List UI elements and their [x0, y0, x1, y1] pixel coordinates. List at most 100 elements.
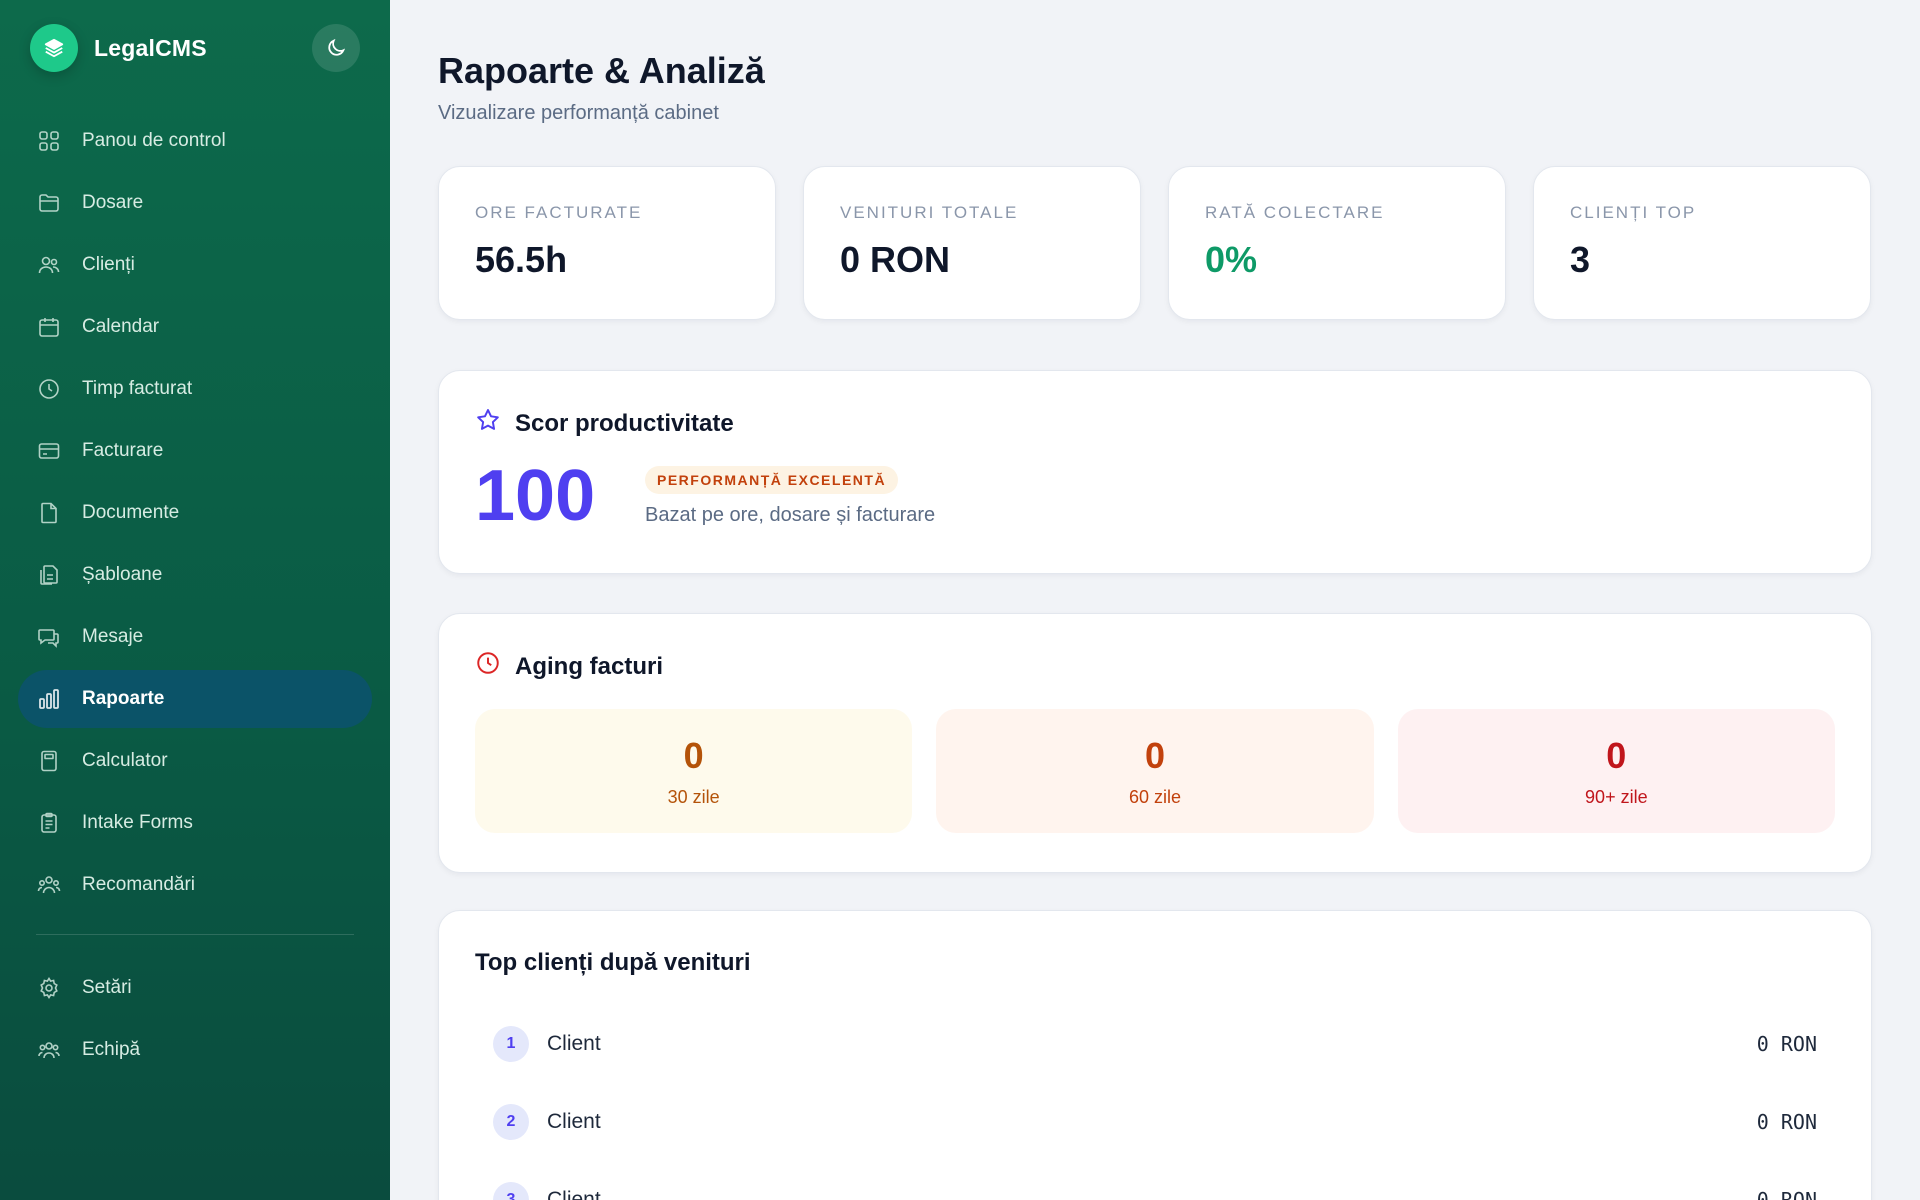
- stat-card-rata-colectare: RATĂ COLECTARE 0%: [1168, 166, 1506, 320]
- rank-badge: 2: [493, 1104, 529, 1140]
- clock-icon: [475, 650, 501, 683]
- client-amount: 0 RON: [1756, 1188, 1817, 1200]
- brand[interactable]: LegalCMS: [30, 24, 207, 72]
- rank-badge: 3: [493, 1182, 529, 1200]
- productivity-title: Scor productivitate: [515, 409, 734, 437]
- client-name: Client: [547, 1188, 601, 1200]
- stat-value: 3: [1570, 239, 1591, 280]
- sidebar-item-label: Echipă: [82, 1039, 141, 1060]
- star-icon: [475, 407, 501, 440]
- sidebar-item-timp-facturat[interactable]: Timp facturat: [18, 360, 372, 418]
- sidebar: LegalCMS Panou de control Dosare Clienți: [0, 0, 390, 1200]
- templates-icon: [36, 562, 62, 588]
- sidebar-item-facturare[interactable]: Facturare: [18, 422, 372, 480]
- top-clients-list: 1 Client 0 RON 2 Client 0 RON 3 Client 0…: [475, 1005, 1835, 1200]
- sidebar-item-label: Calendar: [82, 316, 160, 337]
- productivity-score: 100: [475, 456, 596, 536]
- theme-toggle-button[interactable]: [312, 24, 360, 72]
- sidebar-item-rapoarte[interactable]: Rapoarte: [18, 670, 372, 728]
- stat-card-venituri-totale: VENITURI TOTALE 0 RON: [803, 166, 1141, 320]
- bar-chart-icon: [36, 686, 62, 712]
- sidebar-item-label: Intake Forms: [82, 812, 193, 833]
- sidebar-item-echipa[interactable]: Echipă: [18, 1021, 372, 1079]
- sidebar-item-label: Timp facturat: [82, 378, 193, 399]
- sidebar-item-label: Facturare: [82, 440, 164, 461]
- stat-value: 0%: [1205, 239, 1258, 280]
- page-subtitle: Vizualizare performanță cabinet: [438, 102, 719, 124]
- sidebar-item-recomandari[interactable]: Recomandări: [18, 856, 372, 914]
- client-amount: 0 RON: [1756, 1032, 1817, 1056]
- moon-icon: [328, 38, 346, 56]
- rank-badge: 1: [493, 1026, 529, 1062]
- sidebar-divider: [36, 934, 354, 935]
- list-item[interactable]: 2 Client 0 RON: [475, 1083, 1835, 1161]
- productivity-description: Bazat pe ore, dosare și facturare: [645, 503, 936, 526]
- sidebar-item-clienti[interactable]: Clienți: [18, 236, 372, 294]
- sidebar-item-label: Documente: [82, 502, 180, 523]
- top-clients-title: Top clienți după venituri: [475, 949, 751, 976]
- referrals-icon: [36, 872, 62, 898]
- aging-value: 0: [683, 734, 704, 776]
- sidebar-item-label: Șabloane: [82, 564, 163, 585]
- credit-card-icon: [36, 438, 62, 464]
- sidebar-item-setari[interactable]: Setări: [18, 959, 372, 1017]
- stat-value: 0 RON: [840, 239, 951, 280]
- sidebar-item-label: Mesaje: [82, 626, 144, 647]
- sidebar-item-label: Dosare: [82, 192, 144, 213]
- stat-label: CLIENȚI TOP: [1570, 203, 1697, 222]
- stat-label: ORE FACTURATE: [475, 203, 643, 222]
- clock-icon: [36, 376, 62, 402]
- sidebar-item-label: Setări: [82, 977, 132, 998]
- sidebar-item-calculator[interactable]: Calculator: [18, 732, 372, 790]
- sidebar-item-label: Calculator: [82, 750, 168, 771]
- stat-value: 56.5h: [475, 239, 568, 280]
- sidebar-item-label: Panou de control: [82, 130, 226, 151]
- team-icon: [36, 1037, 62, 1063]
- aging-bucket-90-plus: 0 90+ zile: [1397, 709, 1835, 833]
- document-icon: [36, 500, 62, 526]
- list-item[interactable]: 3 Client 0 RON: [475, 1161, 1835, 1200]
- aging-label: 90+ zile: [1585, 786, 1648, 807]
- sidebar-item-panou-de-control[interactable]: Panou de control: [18, 112, 372, 170]
- aging-bucket-30: 0 30 zile: [475, 709, 913, 833]
- users-icon: [36, 252, 62, 278]
- client-amount: 0 RON: [1756, 1110, 1817, 1134]
- sidebar-item-dosare[interactable]: Dosare: [18, 174, 372, 232]
- app-name: LegalCMS: [94, 34, 207, 61]
- performance-badge: PERFORMANȚĂ EXCELENTĂ: [645, 465, 899, 494]
- sidebar-item-label: Clienți: [82, 254, 135, 275]
- stat-label: RATĂ COLECTARE: [1205, 203, 1385, 222]
- top-clients-card: Top clienți după venituri 1 Client 0 RON…: [438, 910, 1872, 1200]
- calculator-icon: [36, 748, 62, 774]
- clipboard-icon: [36, 810, 62, 836]
- sidebar-item-label: Recomandări: [82, 874, 195, 895]
- aging-label: 30 zile: [667, 786, 720, 807]
- client-name: Client: [547, 1032, 601, 1055]
- list-item[interactable]: 1 Client 0 RON: [475, 1005, 1835, 1083]
- messages-icon: [36, 624, 62, 650]
- sidebar-nav: Panou de control Dosare Clienți Calendar…: [18, 112, 372, 1083]
- stat-card-ore-facturate: ORE FACTURATE 56.5h: [438, 166, 776, 320]
- aging-label: 60 zile: [1128, 786, 1181, 807]
- sidebar-item-calendar[interactable]: Calendar: [18, 298, 372, 356]
- gear-icon: [36, 975, 62, 1001]
- stat-label: VENITURI TOTALE: [840, 203, 1019, 222]
- stat-card-clienti-top: CLIENȚI TOP 3: [1533, 166, 1871, 320]
- aging-value: 0: [1606, 734, 1627, 776]
- productivity-card: Scor productivitate 100 PERFORMANȚĂ EXCE…: [438, 370, 1872, 574]
- sidebar-item-label: Rapoarte: [82, 688, 165, 709]
- sidebar-item-mesaje[interactable]: Mesaje: [18, 608, 372, 666]
- sidebar-item-intake-forms[interactable]: Intake Forms: [18, 794, 372, 852]
- folder-icon: [36, 190, 62, 216]
- aging-bucket-60: 0 60 zile: [936, 709, 1374, 833]
- layers-logo-icon: [30, 24, 78, 72]
- client-name: Client: [547, 1110, 601, 1133]
- calendar-icon: [36, 314, 62, 340]
- sidebar-item-sabloane[interactable]: Șabloane: [18, 546, 372, 604]
- page-title: Rapoarte & Analiză: [438, 50, 765, 91]
- aging-title: Aging facturi: [515, 652, 663, 680]
- grid-icon: [36, 128, 62, 154]
- aging-value: 0: [1144, 734, 1165, 776]
- aging-card: Aging facturi 0 30 zile 0 60 zile 0 90+ …: [438, 613, 1872, 873]
- sidebar-item-documente[interactable]: Documente: [18, 484, 372, 542]
